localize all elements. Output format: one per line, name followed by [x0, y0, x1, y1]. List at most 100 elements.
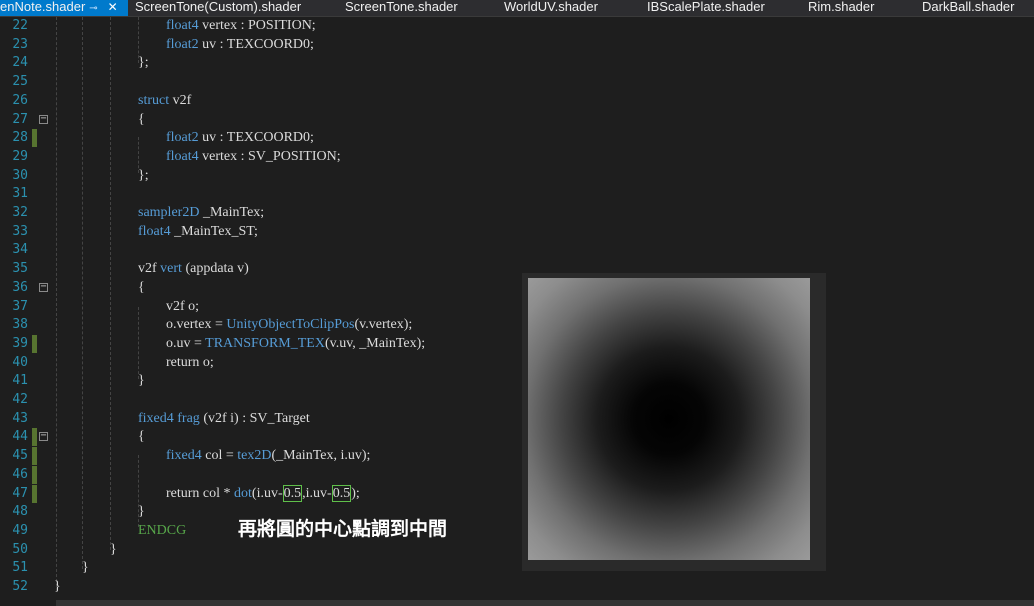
line-number: 27 [12, 111, 28, 127]
code-text: return col * dot(i.uv-0.5,i.uv-0.5); [166, 484, 360, 502]
code-line: 49 ENDCG [0, 522, 1034, 540]
line-number: 24 [12, 55, 28, 71]
code-line: 31 [0, 185, 1034, 203]
change-marker [32, 484, 37, 503]
code-line: 38 o.vertex = UnityObjectToClipPos(v.vert… [0, 316, 1034, 334]
line-number: 51 [12, 560, 28, 576]
code-line: 32 sampler2D _MainTex; [0, 204, 1034, 222]
change-marker [32, 334, 37, 353]
code-text: }; [138, 167, 149, 183]
code-line: 44− { [0, 428, 1034, 447]
code-text: ENDCG [138, 522, 187, 538]
code-line: 50} [0, 541, 1034, 559]
code-text: { [138, 279, 145, 295]
code-text: { [138, 429, 145, 445]
code-text: fixed4 frag (v2f i) : SV_Target [138, 410, 310, 426]
line-number: 30 [12, 167, 28, 183]
code-line: 40 return o; [0, 354, 1034, 372]
code-line: 29 float4 vertex : SV_POSITION; [0, 148, 1034, 166]
line-number: 23 [12, 36, 28, 52]
code-text: } [110, 541, 117, 557]
code-line: 28 float2 uv : TEXCOORD0; [0, 129, 1034, 148]
close-icon[interactable]: ✕ [108, 0, 118, 14]
code-text: } [138, 504, 145, 520]
code-line: 23 float2 uv : TEXCOORD0; [0, 36, 1034, 54]
line-number: 43 [12, 410, 28, 426]
code-line: 35 v2f vert (appdata v) [0, 260, 1034, 278]
code-line: 45 fixed4 col = tex2D(_MainTex, i.uv); [0, 447, 1034, 466]
code-text: float4 _MainTex_ST; [138, 223, 258, 239]
code-line: 39 o.uv = TRANSFORM_TEX(v.uv, _MainTex); [0, 334, 1034, 353]
code-line: 52} [0, 578, 1034, 596]
code-line: 47 return col * dot(i.uv-0.5,i.uv-0.5); [0, 484, 1034, 503]
line-number: 45 [12, 448, 28, 464]
code-line: 43 fixed4 frag (v2f i) : SV_Target [0, 410, 1034, 428]
code-line: 42 [0, 391, 1034, 409]
code-text: float2 uv : TEXCOORD0; [166, 130, 314, 146]
code-text: float4 vertex : POSITION; [166, 18, 316, 33]
line-number: 36 [12, 279, 28, 295]
code-text: o.vertex = UnityObjectToClipPos(v.vertex… [166, 317, 413, 333]
code-text: float2 uv : TEXCOORD0; [166, 36, 314, 52]
line-number: 31 [12, 186, 28, 202]
horizontal-scrollbar[interactable] [56, 600, 1034, 606]
code-text: struct v2f [138, 92, 192, 108]
code-line: 41} [0, 372, 1034, 390]
change-marker [32, 428, 37, 447]
line-number: 22 [12, 18, 28, 33]
line-number: 33 [12, 223, 28, 239]
line-number: 28 [12, 130, 28, 146]
line-number: 37 [12, 298, 28, 314]
tab-label: enNote.shader [0, 0, 86, 14]
tab-rim[interactable]: Rim.shader [808, 0, 874, 16]
tab-label: Rim.shader [808, 0, 875, 14]
code-line: 22 float4 vertex : POSITION; [0, 17, 1034, 35]
line-number: 44 [12, 429, 28, 445]
line-number: 34 [12, 242, 28, 258]
line-number: 35 [12, 261, 28, 277]
line-number: 52 [12, 579, 28, 594]
tab-label: IBScalePlate.shader [647, 0, 765, 14]
code-editor[interactable]: 22 float4 vertex : POSITION; 23 float2 uv … [0, 17, 1034, 606]
line-number: 42 [12, 392, 28, 407]
code-line: 27− { [0, 111, 1034, 129]
line-number: 49 [12, 522, 28, 538]
radial-gradient-image [528, 278, 810, 560]
code-text: } [82, 560, 89, 576]
collapse-icon[interactable]: − [39, 281, 48, 292]
code-line: 24}; [0, 54, 1034, 72]
collapse-icon[interactable]: − [39, 431, 48, 442]
overlay-caption: 再將圓的中心點調到中間 [238, 518, 448, 540]
code-line: 25 [0, 73, 1034, 91]
line-number: 25 [12, 74, 28, 90]
line-number: 48 [12, 504, 28, 520]
code-line: 33 float4 _MainTex_ST; [0, 223, 1034, 241]
code-line: 36− { [0, 279, 1034, 297]
code-text: }; [138, 55, 149, 71]
line-number: 50 [12, 541, 28, 557]
code-text: o.uv = TRANSFORM_TEX(v.uv, _MainTex); [166, 335, 426, 351]
tab-label: WorldUV.shader [504, 0, 598, 14]
tab-screentone-custom[interactable]: ScreenTone(Custom).shader [135, 0, 301, 16]
pin-icon[interactable]: ⊸ [89, 3, 97, 14]
tab-enNote-shader[interactable]: enNote.shader ⊸ ✕ [0, 0, 128, 16]
line-number: 47 [12, 485, 28, 501]
code-text: } [54, 579, 61, 594]
tab-ibscaleplate[interactable]: IBScalePlate.shader [647, 0, 765, 16]
code-line: 48} [0, 503, 1034, 521]
code-text: float4 vertex : SV_POSITION; [166, 148, 341, 164]
code-line: 34 [0, 241, 1034, 259]
tab-worlduv[interactable]: WorldUV.shader [504, 0, 598, 16]
line-number: 41 [12, 373, 28, 389]
code-line: 51} [0, 559, 1034, 577]
tab-label: ScreenTone.shader [345, 0, 458, 14]
line-number: 38 [12, 317, 28, 333]
shader-preview-panel [522, 273, 826, 571]
tab-label: DarkBall.shader [922, 0, 1015, 14]
line-number: 46 [12, 466, 28, 482]
code-text: sampler2D _MainTex; [138, 205, 265, 220]
collapse-icon[interactable]: − [39, 113, 48, 124]
tab-screentone[interactable]: ScreenTone.shader [345, 0, 458, 16]
line-number: 40 [12, 354, 28, 370]
tab-darkball[interactable]: DarkBall.shader [922, 0, 1015, 16]
